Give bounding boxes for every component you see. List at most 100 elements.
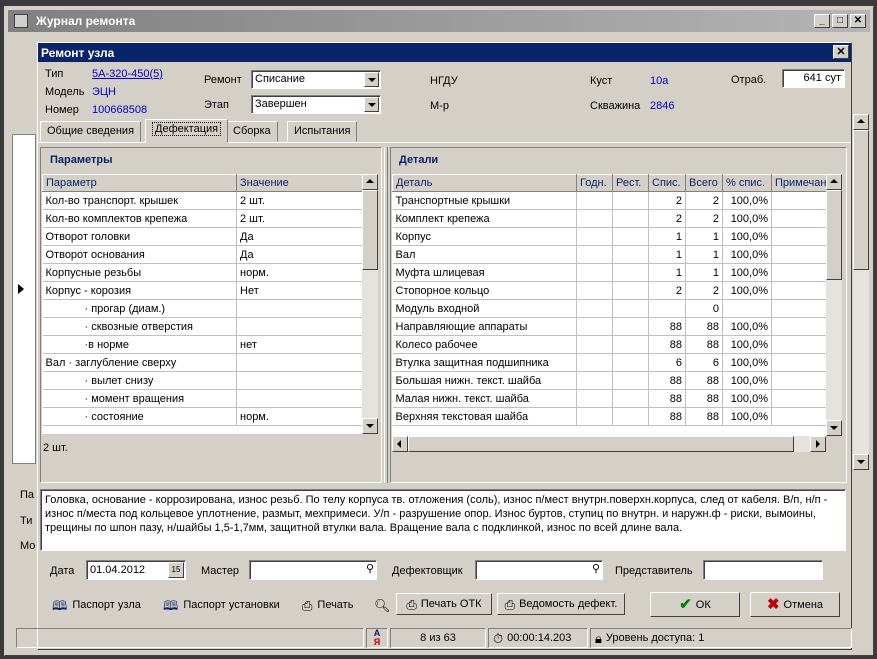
details-cell[interactable] [576,263,613,282]
details-cell[interactable] [576,281,613,300]
details-cell[interactable]: 100,0% [722,263,772,282]
defect-list-button[interactable]: ⎙ Ведомость дефект. [497,593,625,615]
details-cell[interactable] [612,281,649,300]
chevron-down-icon[interactable] [364,72,379,87]
table-row[interactable]: Направляющие аппараты 88 88 100,0% [392,317,826,336]
details-cell[interactable]: 88 [685,317,723,336]
details-col-header[interactable]: Примечание [771,174,826,192]
ok-button[interactable]: ✔ ОК [650,592,740,617]
sort-button[interactable]: AЯ [366,628,388,648]
details-cell[interactable] [612,335,649,354]
notes-textarea[interactable]: Головка, основание - коррозирована, изно… [40,489,846,551]
param-name-cell[interactable]: · состояние [42,407,237,426]
param-name-cell[interactable]: · прогар (диам.) [42,299,237,318]
param-name-cell[interactable]: Отворот основания [42,245,237,264]
details-col-header[interactable]: Рест. [612,174,649,192]
passport-node-button[interactable]: 🕮 Паспорт узла [52,594,141,616]
details-cell[interactable]: 100,0% [722,407,772,426]
minimize-button[interactable]: _ [814,14,830,28]
details-cell[interactable]: 2 [685,209,723,228]
details-cell[interactable]: 6 [685,353,723,372]
cancel-button[interactable]: ✖ Отмена [750,592,840,617]
maximize-button[interactable]: □ [832,14,848,28]
details-cell[interactable]: 100,0% [722,389,772,408]
param-value-cell[interactable]: 2 шт. [236,209,362,228]
dialog-close-button[interactable]: ✕ [833,45,849,59]
table-row[interactable]: · вылет снизу [42,371,362,390]
details-cell[interactable]: Вал [392,245,577,264]
details-cell[interactable] [771,209,826,228]
details-cell[interactable]: 100,0% [722,245,772,264]
details-cell[interactable]: Направляющие аппараты [392,317,577,336]
param-value-cell[interactable]: норм. [236,263,362,282]
panel-splitter[interactable] [384,147,388,483]
details-cell[interactable] [576,209,613,228]
details-cell[interactable] [612,389,649,408]
table-row[interactable]: · прогар (диам.) [42,299,362,318]
details-cell[interactable] [771,371,826,390]
param-value-cell[interactable] [236,299,362,318]
details-cell[interactable] [576,317,613,336]
details-cell[interactable]: Большая нижн. текст. шайба [392,371,577,390]
param-value-cell[interactable]: норм. [236,407,362,426]
details-cell[interactable] [576,299,613,318]
params-grid[interactable]: Параметр Значение Кол-во транспорт. крыш… [42,174,362,434]
details-col-header[interactable]: Деталь [392,174,577,192]
details-cell[interactable]: 6 [648,353,686,372]
preview-button[interactable]: 🔍︎ [374,594,391,616]
details-cell[interactable] [722,299,772,318]
details-cell[interactable] [771,299,826,318]
details-cell[interactable] [612,299,649,318]
details-cell[interactable]: 100,0% [722,353,772,372]
param-name-cell[interactable]: · вылет снизу [42,371,237,390]
details-cell[interactable]: 1 [685,263,723,282]
details-cell[interactable] [771,263,826,282]
param-value-cell[interactable] [236,353,362,372]
details-cell[interactable]: 88 [648,389,686,408]
details-cell[interactable] [648,299,686,318]
table-row[interactable]: ·в норме нет [42,335,362,354]
params-vertical-scrollbar[interactable] [362,174,378,434]
details-cell[interactable]: Комплект крепежа [392,209,577,228]
details-cell[interactable]: 2 [648,281,686,300]
param-name-cell[interactable]: ·в норме [42,335,237,354]
details-cell[interactable]: 88 [685,389,723,408]
details-cell[interactable]: 1 [648,245,686,264]
details-cell[interactable] [771,317,826,336]
param-name-cell[interactable]: · момент вращения [42,389,237,408]
table-row[interactable]: Транспортные крышки 2 2 100,0% [392,191,826,210]
details-cell[interactable]: 100,0% [722,281,772,300]
details-cell[interactable]: 1 [685,245,723,264]
details-cell[interactable]: 88 [648,407,686,426]
param-value-cell[interactable]: Нет [236,281,362,300]
param-value-cell[interactable] [236,317,362,336]
table-row[interactable]: Модуль входной 0 [392,299,826,318]
param-name-cell[interactable]: · сквозные отверстия [42,317,237,336]
details-cell[interactable]: 100,0% [722,371,772,390]
table-row[interactable]: Вал · заглубление сверху [42,353,362,372]
param-name-cell[interactable]: Отворот головки [42,227,237,246]
details-cell[interactable]: 1 [648,263,686,282]
chevron-down-icon[interactable] [364,97,379,112]
table-row[interactable]: Стопорное кольцо 2 2 100,0% [392,281,826,300]
table-row[interactable]: Верхняя текстовая шайба 88 88 100,0% [392,407,826,426]
outer-window-titlebar[interactable]: Журнал ремонта _ □ ✕ [8,10,870,32]
details-cell[interactable] [576,245,613,264]
details-cell[interactable] [612,227,649,246]
table-row[interactable]: Кол-во комплектов крепежа 2 шт. [42,209,362,228]
table-row[interactable]: · момент вращения [42,389,362,408]
details-cell[interactable] [612,209,649,228]
print-otk-button[interactable]: ⎙ Печать ОТК [396,593,492,615]
lookup-icon[interactable]: ⚲ [366,562,374,575]
details-cell[interactable]: 100,0% [722,209,772,228]
details-col-header[interactable]: Всего [685,174,723,192]
params-col-value[interactable]: Значение [236,174,362,192]
param-value-cell[interactable]: Да [236,227,362,246]
details-cell[interactable] [576,407,613,426]
tab-tests[interactable]: Испытания [287,121,358,142]
details-cell[interactable]: Втулка защитная подшипника [392,353,577,372]
details-cell[interactable]: 1 [648,227,686,246]
details-cell[interactable]: Корпус [392,227,577,246]
details-cell[interactable]: 88 [648,317,686,336]
table-row[interactable]: Колесо рабочее 88 88 100,0% [392,335,826,354]
